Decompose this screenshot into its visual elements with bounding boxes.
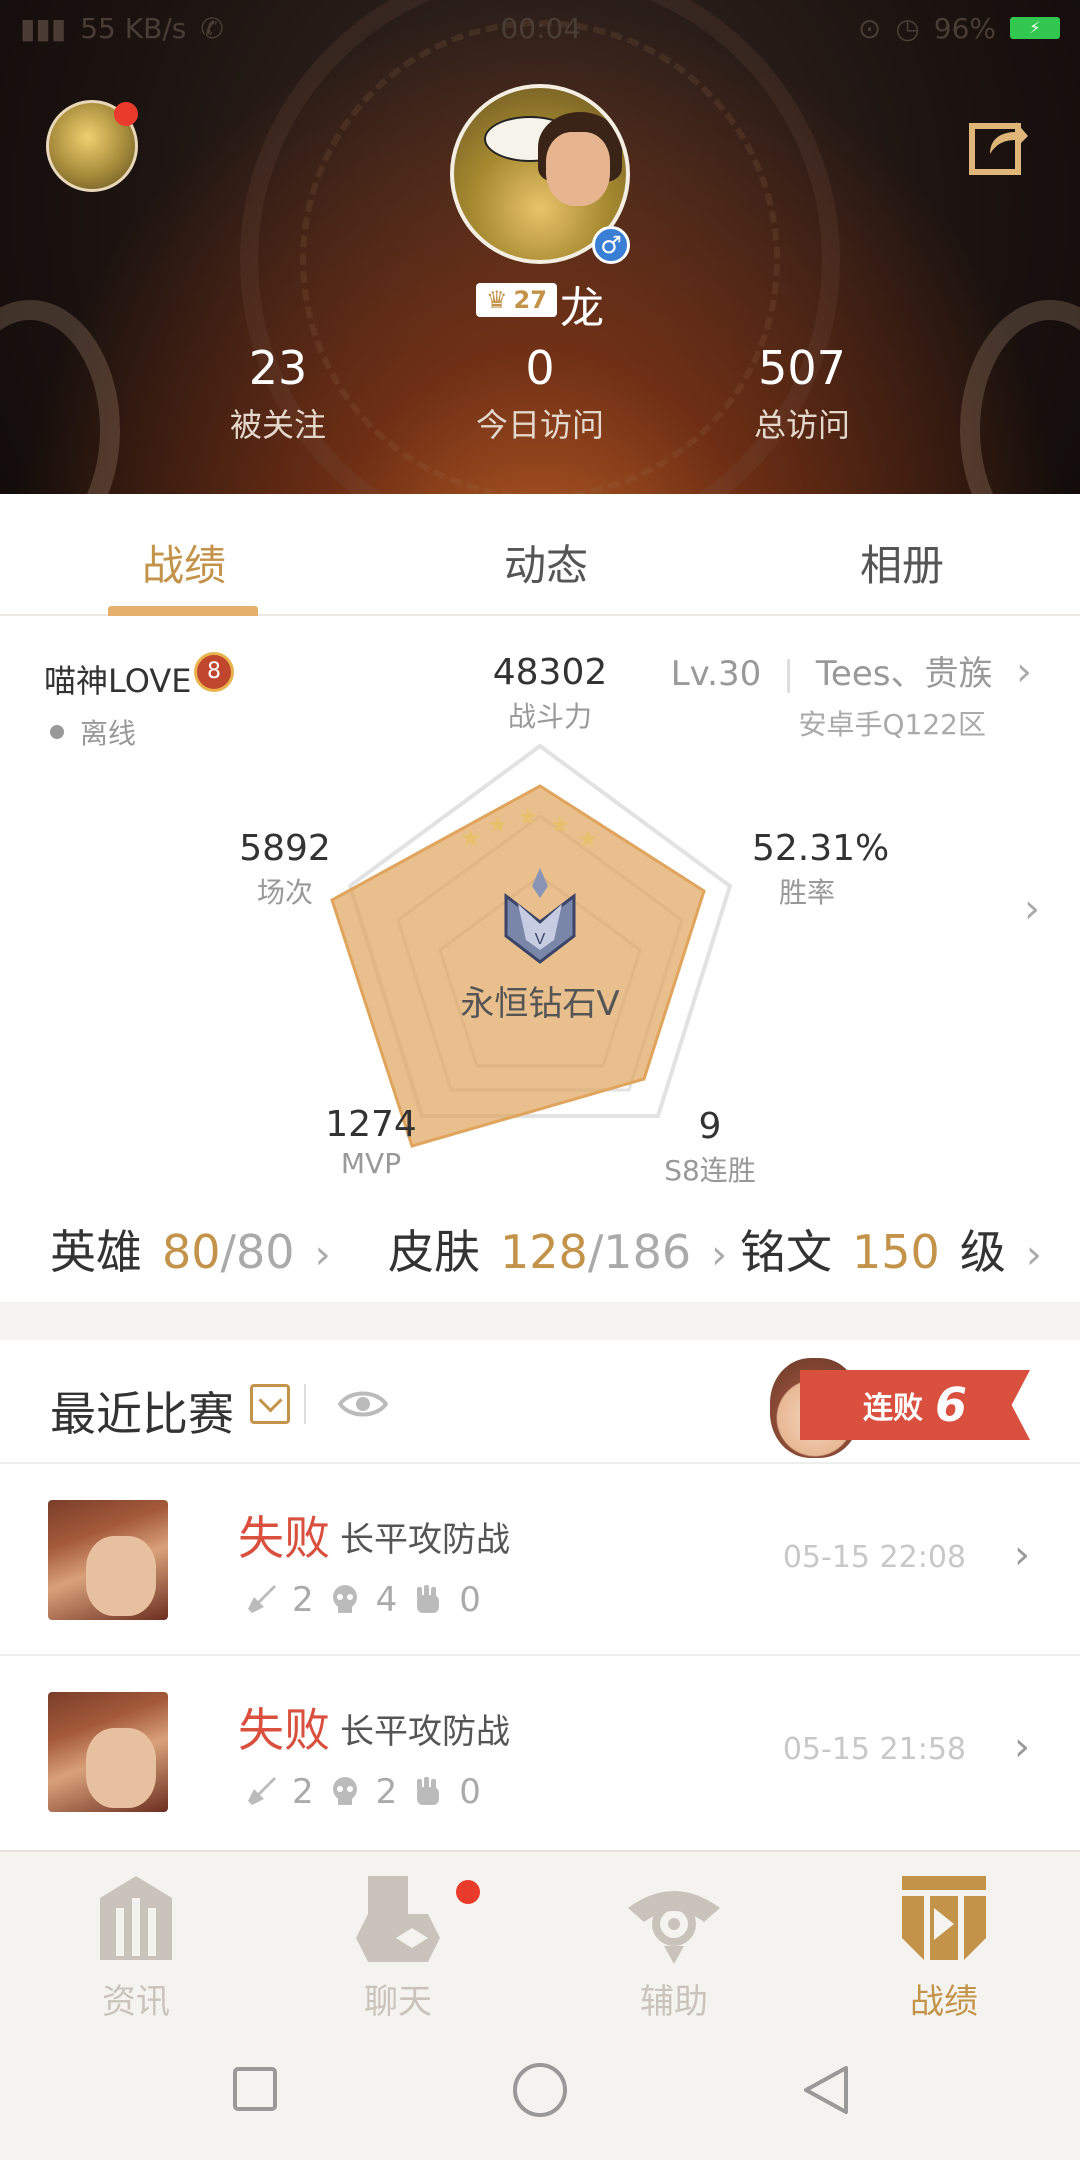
- phone-icon: ✆: [200, 11, 224, 45]
- battery-level: 96%: [933, 11, 996, 45]
- system-navigation-bar: [0, 2020, 1080, 2160]
- radar-power: 48302 战斗力: [492, 652, 608, 733]
- svg-text:★: ★: [578, 827, 598, 852]
- diamond-rank-icon: V: [504, 868, 576, 964]
- loss-streak-badge: 连败 6: [800, 1370, 1030, 1440]
- hero-portrait: [48, 1500, 168, 1620]
- radar-mvp: 1274 MVP: [325, 1104, 417, 1180]
- crown-icon: ♛: [486, 286, 508, 314]
- share-icon[interactable]: [968, 114, 1030, 176]
- chevron-right-icon: ›: [1014, 1532, 1030, 1578]
- match-mode: 长平攻防战: [340, 1520, 510, 1560]
- status-dot-icon: [50, 725, 64, 739]
- online-status: 离线: [50, 712, 136, 752]
- nav-news[interactable]: 资讯: [56, 1868, 216, 2023]
- sword-icon: [248, 1585, 276, 1613]
- filter-dropdown-icon[interactable]: [250, 1384, 290, 1424]
- sword-icon: [248, 1777, 276, 1805]
- record-icon: [902, 1876, 986, 1960]
- match-row[interactable]: 失败 长平攻防战 2 2 0 05-15 21:58 ›: [0, 1654, 1080, 1846]
- chevron-right-icon: ›: [314, 1232, 331, 1278]
- today-visits-stat[interactable]: 0 今日访问: [430, 340, 650, 446]
- news-icon: [100, 1876, 172, 1960]
- rank-name: 永恒钻石V: [460, 984, 620, 1024]
- chat-icon: [356, 1876, 440, 1962]
- chevron-right-icon: ›: [1003, 649, 1032, 695]
- recent-matches: 最近比赛 连败 6 失败 长平攻防战 2 4 0 05-15 22:08 › 失…: [0, 1340, 1080, 1850]
- recent-title: 最近比赛: [50, 1387, 234, 1441]
- nickname: 龙: [560, 283, 604, 334]
- match-mode: 长平攻防战: [340, 1712, 510, 1752]
- chevron-right-icon: ›: [711, 1232, 728, 1278]
- player-guild: Tees、贵族: [815, 654, 993, 694]
- level-number: 27: [513, 286, 547, 314]
- skull-icon: [332, 1777, 357, 1805]
- skull-icon: [332, 1585, 357, 1613]
- svg-text:★: ★: [518, 805, 538, 830]
- svg-text:★: ★: [460, 824, 482, 852]
- total-visits-stat[interactable]: 507 总访问: [692, 340, 912, 446]
- player-badge: 8: [194, 652, 234, 692]
- match-result: 失败: [238, 1511, 330, 1565]
- status-text: 离线: [80, 717, 137, 750]
- followers-stat[interactable]: 23 被关注: [168, 340, 388, 446]
- game-stats-card: 喵神LOVE 8 离线 Lv.30 | Tees、贵族 › 安卓手Q122区 ★…: [0, 616, 1080, 1302]
- tab-feed[interactable]: 动态: [396, 532, 696, 593]
- assist-icon: [628, 1891, 720, 1964]
- match-kda: 2 4 0: [244, 1580, 481, 1620]
- collection-summary: 英雄 80/80 › 皮肤 128/186 › 铭文 150 级 ›: [0, 1216, 1080, 1286]
- male-gender-icon: ♂: [592, 226, 630, 264]
- chat-notification-dot: [456, 1880, 480, 1904]
- profile-stats: 23 被关注 0 今日访问 507 总访问: [0, 340, 1080, 450]
- chevron-right-icon: ›: [1025, 1232, 1042, 1278]
- nav-chat[interactable]: 聊天: [318, 1868, 478, 2023]
- battery-icon: ⚡: [1009, 17, 1060, 39]
- divider: [304, 1384, 306, 1424]
- player-name: 喵神LOVE: [44, 662, 192, 700]
- match-kda: 2 2 0: [244, 1772, 481, 1812]
- svg-text:V: V: [535, 931, 546, 948]
- signal-icon: ▮▮▮: [20, 11, 67, 45]
- notification-dot: [114, 102, 138, 126]
- clock: 00:04: [500, 11, 582, 45]
- runes-collection[interactable]: 铭文 150 级 ›: [740, 1216, 1042, 1282]
- match-row[interactable]: 失败 长平攻防战 2 4 0 05-15 22:08 ›: [0, 1462, 1080, 1654]
- alarm-icon: ◷: [895, 11, 920, 45]
- home-icon[interactable]: [512, 2062, 568, 2118]
- level-badge: ♛ 27: [476, 283, 557, 317]
- status-bar: ▮▮▮ 55 KB/s ✆ 00:04 ⊙ ◷ 96% ⚡: [0, 0, 1080, 56]
- skins-collection[interactable]: 皮肤 128/186 ›: [388, 1216, 727, 1282]
- nav-assist[interactable]: 辅助: [594, 1868, 754, 2023]
- bottom-navigation: 资讯 聊天 辅助 战绩: [0, 1850, 1080, 2023]
- network-speed: 55 KB/s: [80, 11, 187, 45]
- eye-icon[interactable]: [338, 1386, 388, 1422]
- heroes-collection[interactable]: 英雄 80/80 ›: [50, 1216, 331, 1282]
- active-tab-indicator: [108, 606, 258, 616]
- hero-portrait: [48, 1692, 168, 1812]
- assist-hand-icon: [417, 1777, 440, 1805]
- tab-record[interactable]: 战绩: [34, 532, 334, 593]
- match-time: 05-15 22:08: [782, 1540, 966, 1575]
- nav-record[interactable]: 战绩: [864, 1868, 1024, 2023]
- radar-win-rate: 52.31% 胜率: [752, 828, 890, 909]
- back-icon[interactable]: [802, 2064, 852, 2116]
- match-result: 失败: [238, 1703, 330, 1757]
- profile-header: ▮▮▮ 55 KB/s ✆ 00:04 ⊙ ◷ 96% ⚡ ♂ ♛ 27 龙 2…: [0, 0, 1080, 510]
- radar-matches: 5892 场次: [239, 828, 331, 909]
- match-time: 05-15 21:58: [782, 1732, 966, 1767]
- svg-text:★: ★: [488, 813, 508, 838]
- profile-tabs: 战绩 动态 相册: [0, 494, 1080, 616]
- tab-album[interactable]: 相册: [752, 532, 1052, 593]
- recent-apps-icon[interactable]: [232, 2066, 278, 2112]
- chevron-right-icon: ›: [1014, 1724, 1030, 1770]
- assist-hand-icon: [417, 1585, 440, 1613]
- radar-streak: 9 S8连胜: [664, 1106, 756, 1187]
- radar-detail-chevron-icon[interactable]: ›: [1024, 886, 1040, 932]
- svg-text:★: ★: [550, 813, 570, 838]
- lock-icon: ⊙: [857, 11, 882, 45]
